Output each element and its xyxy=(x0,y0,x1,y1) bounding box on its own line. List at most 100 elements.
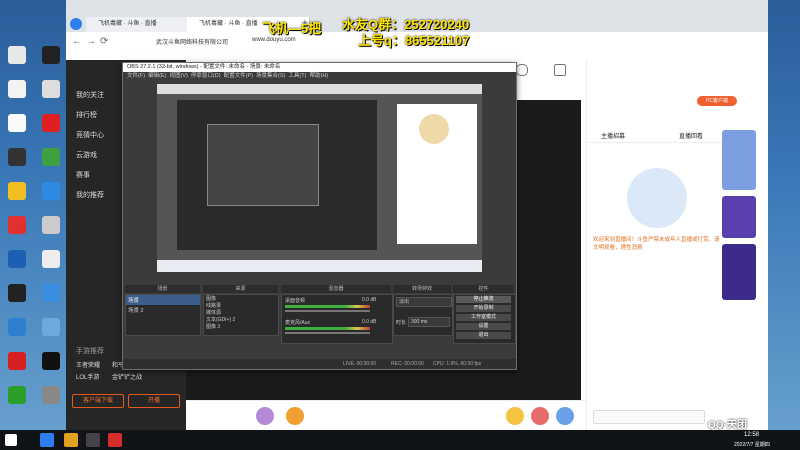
desktop-icon[interactable] xyxy=(34,114,68,133)
url-text[interactable]: www.douyu.com xyxy=(252,37,296,43)
preview-nested-screen xyxy=(157,84,482,272)
clock-date[interactable]: 2022/7/7 星期四 xyxy=(734,441,770,448)
gift-icon[interactable] xyxy=(531,407,549,425)
desktop-icon[interactable] xyxy=(34,46,68,65)
browser-tab[interactable]: 飞机毒藏 · 斗鱼 · 直播 xyxy=(86,17,199,32)
desktop-icon[interactable] xyxy=(0,216,34,235)
nav-item[interactable]: 我的推荐 xyxy=(76,190,104,200)
source-item[interactable]: 图像 3 xyxy=(204,323,278,330)
gift-icon[interactable] xyxy=(256,407,274,425)
desktop-icon[interactable] xyxy=(0,80,34,99)
taskbar-app-icon[interactable] xyxy=(86,433,100,447)
promo-card[interactable] xyxy=(722,130,756,190)
taskbar-app-icon[interactable] xyxy=(108,433,122,447)
gift-bar xyxy=(186,400,586,431)
studio-mode-button[interactable]: 工作室模式 xyxy=(456,314,511,321)
tab-replay[interactable]: 直播回看 xyxy=(679,131,703,140)
source-item[interactable]: 图像 xyxy=(204,295,278,302)
exit-button[interactable]: 退出 xyxy=(456,332,511,339)
source-item[interactable]: 文本(GDI+) 2 xyxy=(204,316,278,323)
obs-menu-item[interactable]: 视图(V) xyxy=(170,73,188,79)
obs-menu-item[interactable]: 文件(F) xyxy=(127,73,145,79)
volume-slider[interactable] xyxy=(285,332,370,334)
volume-meter xyxy=(285,305,370,308)
desktop-icon[interactable] xyxy=(0,352,34,371)
scenes-list: 场景 场景 2 xyxy=(125,294,201,336)
source-item[interactable]: 媒体源 xyxy=(204,309,278,316)
nav-item[interactable]: 我的关注 xyxy=(76,90,104,100)
client-download-button[interactable]: 客户端下载 xyxy=(72,394,124,408)
obs-menu-item[interactable]: 工具(T) xyxy=(288,73,306,79)
promo-card[interactable] xyxy=(722,196,756,238)
desktop-icon[interactable] xyxy=(0,114,34,133)
desktop-icon[interactable] xyxy=(34,352,68,371)
desktop-icon[interactable] xyxy=(34,386,68,405)
scene-item[interactable]: 场景 xyxy=(126,295,200,305)
promo-card[interactable] xyxy=(722,244,756,300)
anchor-mascot xyxy=(627,168,687,228)
nav-game-item[interactable]: 金铲铲之战 xyxy=(112,372,142,381)
nav-item[interactable]: 排行榜 xyxy=(76,110,97,120)
desktop-icon[interactable] xyxy=(34,148,68,167)
gift-icon[interactable] xyxy=(556,407,574,425)
transitions-dock-title: 转场特效 xyxy=(393,285,451,293)
nav-game-item[interactable]: 王者荣耀 xyxy=(76,360,100,369)
desktop-icon[interactable] xyxy=(0,182,34,201)
nav-game-item[interactable]: LOL手游 xyxy=(76,372,99,381)
settings-button[interactable]: 设置 xyxy=(456,323,511,330)
start-live-button[interactable]: 开播 xyxy=(128,394,180,408)
browser-logo-icon[interactable] xyxy=(70,18,82,30)
desktop-icon[interactable] xyxy=(0,386,34,405)
desktop-icon[interactable] xyxy=(34,182,68,201)
source-item[interactable]: 线路录 xyxy=(204,302,278,309)
follow-icon[interactable] xyxy=(554,64,566,76)
mixer-channel-db: 0.0 dB xyxy=(362,319,377,325)
duration-input[interactable]: 300 ms xyxy=(408,317,450,327)
controls-dock-title: 控件 xyxy=(453,285,514,293)
obs-title-bar: OBS 27.2.1 (32-bit, windows) - 配置文件: 未命名… xyxy=(123,63,516,72)
obs-preview[interactable] xyxy=(157,84,482,272)
stop-stream-button[interactable]: 停止推流 xyxy=(456,296,511,303)
history-icon[interactable] xyxy=(516,64,528,76)
bookmarks-bar xyxy=(66,48,768,60)
nav-item[interactable]: 赛事 xyxy=(76,170,90,180)
start-recording-button[interactable]: 开始录制 xyxy=(456,305,511,312)
controls-panel: 停止推流 开始录制 工作室模式 设置 退出 xyxy=(453,294,516,344)
desktop-icon[interactable] xyxy=(34,80,68,99)
desktop-icon[interactable] xyxy=(34,284,68,303)
obs-menu-item[interactable]: 场景集合(S) xyxy=(256,73,285,79)
taskbar-app-icon[interactable] xyxy=(64,433,78,447)
gift-icon[interactable] xyxy=(286,407,304,425)
desktop-icon[interactable] xyxy=(0,318,34,337)
nav-item[interactable]: 竞猜中心 xyxy=(76,130,104,140)
start-icon[interactable] xyxy=(5,434,17,446)
desktop-icon[interactable] xyxy=(0,284,34,303)
obs-menu-item[interactable]: 编辑(E) xyxy=(148,73,166,79)
transition-select[interactable]: 淡出 xyxy=(396,297,452,307)
chat-input[interactable] xyxy=(593,410,705,424)
tab-recruit[interactable]: 主播招募 xyxy=(601,131,625,140)
sources-list: 图像 线路录 媒体源 文本(GDI+) 2 图像 3 xyxy=(203,294,279,336)
desktop-icon[interactable] xyxy=(0,250,34,269)
desktop-icon[interactable] xyxy=(34,216,68,235)
taskbar: 12:58 2022/7/7 星期四 xyxy=(0,430,800,450)
desktop-icon[interactable] xyxy=(0,148,34,167)
desktop-icon[interactable] xyxy=(0,46,34,65)
pc-client-badge[interactable]: PC客户端 xyxy=(697,96,737,106)
obs-menu-item[interactable]: 配置文件(P) xyxy=(224,73,253,79)
volume-slider[interactable] xyxy=(285,310,370,312)
clock-time[interactable]: 12:58 xyxy=(744,432,759,438)
nav-item[interactable]: 云游戏 xyxy=(76,150,97,160)
promo-column xyxy=(722,130,758,330)
obs-menu-item[interactable]: 帮助(H) xyxy=(310,73,329,79)
desktop-icon[interactable] xyxy=(34,250,68,269)
refresh-icon[interactable]: ⟳ xyxy=(100,36,108,47)
forward-icon[interactable]: → xyxy=(86,36,96,47)
scene-item[interactable]: 场景 2 xyxy=(126,305,200,315)
taskbar-app-icon[interactable] xyxy=(40,433,54,447)
desktop-icon[interactable] xyxy=(34,318,68,337)
back-icon[interactable]: ← xyxy=(72,36,82,47)
watermark: QQ·天团 xyxy=(708,420,747,431)
obs-menu-item[interactable]: 停靠窗口(D) xyxy=(191,73,221,79)
gift-icon[interactable] xyxy=(506,407,524,425)
